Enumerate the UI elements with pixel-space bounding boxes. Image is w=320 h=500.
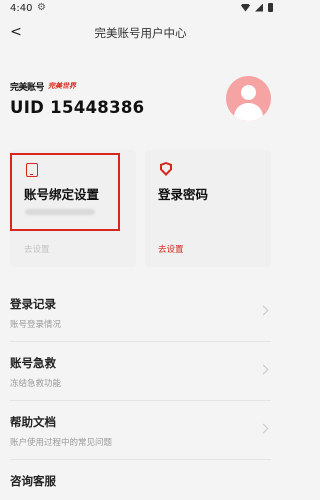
list-item-title: 咨询客服: [10, 474, 56, 488]
list-item-account-rescue[interactable]: 账号急救 冻结急救功能: [0, 342, 281, 401]
masked-info: [25, 209, 95, 215]
login-password-card[interactable]: 登录密码 去设置: [145, 150, 271, 267]
shield-icon: [160, 162, 172, 176]
list-item-title: 登录记录: [10, 297, 56, 311]
list-item-subtitle: 账户使用过程中的常见问题: [10, 438, 113, 448]
page-title: 完美账号用户中心: [94, 26, 187, 40]
account-binding-card[interactable]: 账号绑定设置 去设置: [10, 150, 136, 267]
user-uid: UID 15448386: [10, 98, 145, 117]
list-item-subtitle: 账号登录情况: [10, 320, 62, 330]
wifi-icon: [241, 3, 250, 12]
password-action-link[interactable]: 去设置: [158, 243, 184, 255]
settings-gear-icon: ⚙: [37, 2, 46, 13]
card-title-binding: 账号绑定设置: [24, 187, 100, 202]
battery-icon: [268, 3, 273, 12]
list-item-login-records[interactable]: 登录记录 账号登录情况: [0, 283, 281, 342]
card-title-password: 登录密码: [158, 187, 209, 202]
logo-main-text: 完美账号: [10, 83, 45, 93]
avatar-body-shape: [234, 103, 263, 121]
status-bar: 4:40 ⚙: [0, 0, 281, 18]
settings-list: 登录记录 账号登录情况 账号急救 冻结急救功能 帮助文档 账户使用过程中的常见问…: [0, 283, 281, 500]
chevron-right-icon: [258, 305, 269, 316]
chevron-right-icon: [258, 364, 269, 375]
list-item-title: 账号急救: [10, 356, 56, 370]
system-icons: [241, 3, 273, 12]
brand-logo: 完美账号 完美世界: [10, 80, 77, 94]
chevron-right-icon: [258, 423, 269, 434]
list-item-help-docs[interactable]: 帮助文档 账户使用过程中的常见问题: [0, 401, 281, 460]
list-item-title: 帮助文档: [10, 415, 56, 429]
logo-sub-text: 完美世界: [48, 82, 77, 90]
account-header: 完美账号 完美世界 UID 15448386: [0, 56, 281, 142]
list-item-customer-service[interactable]: 咨询客服: [0, 460, 281, 500]
list-item-subtitle: 冻结急救功能: [10, 379, 62, 389]
nav-bar: < 完美账号用户中心: [0, 18, 281, 48]
status-time: 4:40: [10, 3, 33, 14]
phone-icon: [26, 163, 38, 177]
binding-action-link[interactable]: 去设置: [24, 243, 50, 255]
avatar-head-shape: [241, 85, 256, 100]
shield-inner-shape: [162, 164, 170, 173]
avatar[interactable]: [226, 76, 271, 121]
signal-icon: [255, 3, 263, 12]
